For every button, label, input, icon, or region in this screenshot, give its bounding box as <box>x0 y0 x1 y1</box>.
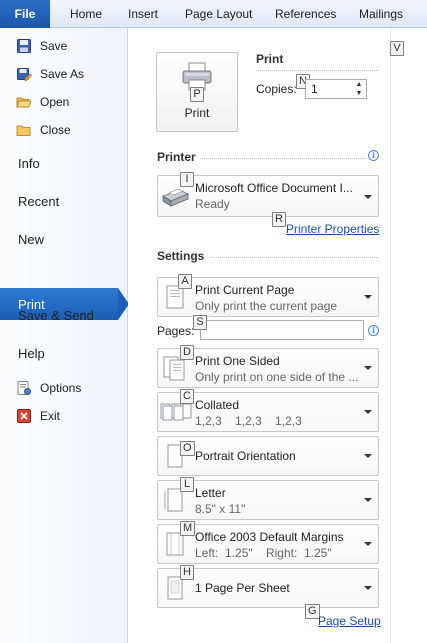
keytip-pages: S <box>193 315 207 330</box>
keytip-printer-properties: R <box>272 212 286 227</box>
margins-caret-icon <box>364 542 372 546</box>
backstage-nav: Save Save As Open Close Info Recent New … <box>0 28 129 643</box>
margins-desc: Left: 1.25" Right: 1.25" <box>195 546 332 560</box>
options-icon <box>16 380 32 396</box>
keytip-print-what: A <box>178 274 192 289</box>
printer-info-icon[interactable]: i <box>368 150 379 161</box>
save-icon <box>16 38 32 54</box>
per-sheet-caret-icon <box>364 586 372 590</box>
printer-divider <box>200 158 365 159</box>
nav-save-as-label: Save As <box>40 67 85 81</box>
preview-area <box>390 28 427 643</box>
nav-exit-label: Exit <box>40 409 61 423</box>
nav-close[interactable]: Close <box>16 120 71 140</box>
print-what-caret-icon <box>364 295 372 299</box>
paper-title: Letter <box>195 486 226 500</box>
tab-mailings[interactable]: Mailings <box>359 0 403 28</box>
printer-dropdown-caret-icon <box>364 195 372 199</box>
copies-spinner[interactable]: 1 ▲ ▼ <box>305 79 367 99</box>
keytip-sides: D <box>180 345 194 360</box>
collation-desc: 1,2,3 1,2,3 1,2,3 <box>195 414 302 428</box>
keytip-paper: L <box>180 477 194 492</box>
sides-desc: Only print on one side of the ... <box>195 370 359 384</box>
margins-title: Office 2003 Default Margins <box>195 530 344 544</box>
tab-page-layout[interactable]: Page Layout <box>185 0 252 28</box>
keytip-per-sheet: H <box>180 565 194 580</box>
nav-help[interactable]: Help <box>18 343 45 363</box>
tab-home[interactable]: Home <box>70 0 102 28</box>
orientation-title: Portrait Orientation <box>195 449 296 463</box>
keytip-margins: M <box>180 521 196 536</box>
collation-title: Collated <box>195 398 240 412</box>
print-section-title: Print <box>256 52 284 66</box>
pages-info-icon[interactable]: i <box>368 325 379 336</box>
pages-input[interactable] <box>200 320 364 340</box>
close-folder-icon <box>16 122 32 138</box>
per-sheet-title: 1 Page Per Sheet <box>195 581 290 595</box>
paper-caret-icon <box>364 498 372 502</box>
nav-new[interactable]: New <box>18 229 44 249</box>
tab-insert[interactable]: Insert <box>128 0 158 28</box>
print-button-label: Print <box>184 106 210 120</box>
nav-options-label: Options <box>40 381 82 395</box>
settings-header: Settings <box>157 249 205 263</box>
nav-open[interactable]: Open <box>16 92 69 112</box>
printer-properties-link[interactable]: Printer Properties <box>286 222 379 236</box>
nav-close-label: Close <box>40 123 71 137</box>
nav-save-send[interactable]: Save & Send <box>18 305 94 325</box>
printer-name: Microsoft Office Document I... <box>195 181 353 195</box>
collation-caret-icon <box>364 410 372 414</box>
keytip-printer: I <box>180 172 194 187</box>
spin-down-icon[interactable]: ▼ <box>352 89 366 98</box>
nav-save[interactable]: Save <box>16 36 67 56</box>
nav-info[interactable]: Info <box>18 153 40 173</box>
print-what-desc: Only print the current page <box>195 299 338 313</box>
printer-status: Ready <box>195 197 230 211</box>
keytip-orientation: O <box>180 441 195 456</box>
nav-save-label: Save <box>40 39 68 53</box>
paper-desc: 8.5" x 11" <box>195 502 246 516</box>
nav-recent[interactable]: Recent <box>18 191 59 211</box>
printer-header: Printer <box>157 150 196 164</box>
tab-references[interactable]: References <box>275 0 336 28</box>
exit-icon <box>16 408 32 424</box>
nav-options[interactable]: Options <box>16 378 81 398</box>
copies-value: 1 <box>311 82 318 96</box>
copies-label: Copies: <box>256 82 297 96</box>
file-tab[interactable]: File <box>0 0 50 28</box>
open-folder-icon <box>16 94 32 110</box>
save-as-icon <box>16 66 32 82</box>
print-divider <box>256 70 379 71</box>
pages-label: Pages: <box>157 324 195 338</box>
keytip-print: P <box>190 87 204 102</box>
settings-divider <box>210 257 379 258</box>
nav-save-as[interactable]: Save As <box>16 64 84 84</box>
sides-title: Print One Sided <box>195 354 280 368</box>
keytip-collation: C <box>180 389 194 404</box>
nav-open-label: Open <box>40 95 70 109</box>
keytip-collapse: V <box>390 41 404 56</box>
orientation-caret-icon <box>364 454 372 458</box>
print-what-title: Print Current Page <box>195 283 295 297</box>
sides-caret-icon <box>364 366 372 370</box>
spin-up-icon[interactable]: ▲ <box>352 80 366 89</box>
copies-spin-buttons[interactable]: ▲ ▼ <box>352 80 366 98</box>
nav-exit[interactable]: Exit <box>16 406 60 426</box>
ribbon-tab-bar: File Home Insert Page Layout References … <box>0 0 427 28</box>
page-setup-link[interactable]: Page Setup <box>318 614 381 628</box>
